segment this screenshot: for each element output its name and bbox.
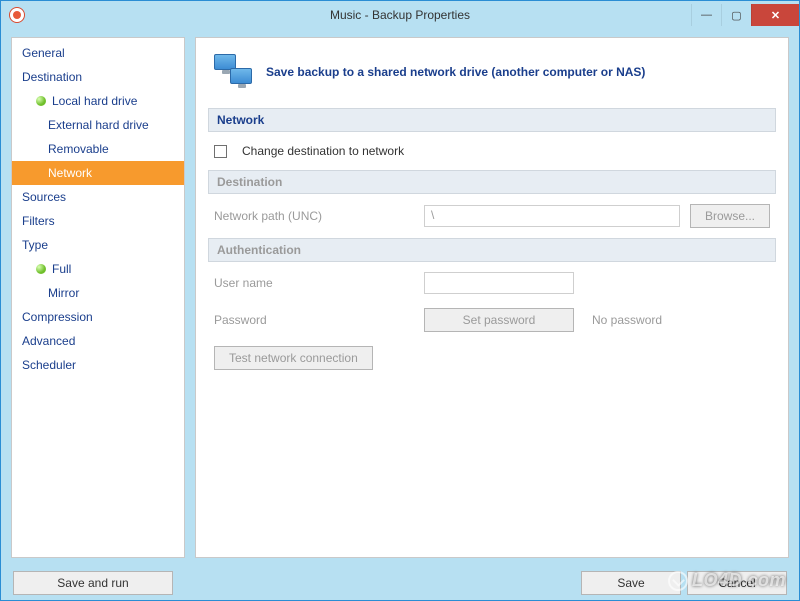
sidebar-item-scheduler[interactable]: Scheduler <box>12 353 184 377</box>
sidebar-item-removable[interactable]: Removable <box>12 137 184 161</box>
sidebar-item-label: Filters <box>22 214 55 228</box>
network-computers-icon <box>212 52 254 92</box>
sidebar-item-label: Compression <box>22 310 93 324</box>
network-path-label: Network path (UNC) <box>214 209 414 223</box>
sidebar-item-compression[interactable]: Compression <box>12 305 184 329</box>
sidebar-item-label: External hard drive <box>48 118 149 132</box>
sidebar-item-label: Advanced <box>22 334 75 348</box>
browse-button[interactable]: Browse... <box>690 204 770 228</box>
sidebar-item-network[interactable]: Network <box>12 161 184 185</box>
panel-header-text: Save backup to a shared network drive (a… <box>266 65 645 79</box>
watermark: LO4D.com <box>668 570 786 591</box>
bullet-icon <box>36 96 46 106</box>
watermark-text: LO4D.com <box>692 570 786 591</box>
username-input[interactable] <box>424 272 574 294</box>
save-button[interactable]: Save <box>581 571 681 595</box>
backup-properties-window: Music - Backup Properties — ▢ ✕ General … <box>0 0 800 601</box>
minimize-button[interactable]: — <box>691 4 721 26</box>
titlebar: Music - Backup Properties — ▢ ✕ <box>1 1 799 29</box>
sidebar-item-external-hard-drive[interactable]: External hard drive <box>12 113 184 137</box>
sidebar-item-label: Removable <box>48 142 109 156</box>
maximize-button[interactable]: ▢ <box>721 4 751 26</box>
watermark-icon <box>668 571 688 591</box>
sidebar-item-label: Sources <box>22 190 66 204</box>
sidebar-item-filters[interactable]: Filters <box>12 209 184 233</box>
bullet-icon <box>36 264 46 274</box>
sidebar-item-type[interactable]: Type <box>12 233 184 257</box>
panel-header: Save backup to a shared network drive (a… <box>208 46 776 102</box>
username-label: User name <box>214 276 414 290</box>
sidebar-item-destination[interactable]: Destination <box>12 65 184 89</box>
username-row: User name <box>208 268 776 298</box>
sidebar-item-label: Full <box>52 262 71 276</box>
sidebar-item-label: Local hard drive <box>52 94 137 108</box>
sidebar-item-label: Mirror <box>48 286 79 300</box>
save-and-run-button[interactable]: Save and run <box>13 571 173 595</box>
password-row: Password Set password No password <box>208 304 776 336</box>
test-connection-row: Test network connection <box>208 342 776 374</box>
close-button[interactable]: ✕ <box>751 4 799 26</box>
window-title: Music - Backup Properties <box>1 8 799 22</box>
change-destination-checkbox[interactable] <box>214 145 227 158</box>
section-auth-header: Authentication <box>208 238 776 262</box>
sidebar-item-mirror[interactable]: Mirror <box>12 281 184 305</box>
app-icon <box>9 7 25 23</box>
network-path-input[interactable]: \ <box>424 205 680 227</box>
change-destination-label: Change destination to network <box>242 144 404 158</box>
window-controls: — ▢ ✕ <box>691 4 799 26</box>
sidebar-item-sources[interactable]: Sources <box>12 185 184 209</box>
sidebar-item-general[interactable]: General <box>12 41 184 65</box>
sidebar-item-full[interactable]: Full <box>12 257 184 281</box>
sidebar-item-label: Type <box>22 238 48 252</box>
sidebar-item-advanced[interactable]: Advanced <box>12 329 184 353</box>
network-path-row: Network path (UNC) \ Browse... <box>208 200 776 232</box>
main-panel: Save backup to a shared network drive (a… <box>195 37 789 558</box>
test-connection-button[interactable]: Test network connection <box>214 346 373 370</box>
set-password-button[interactable]: Set password <box>424 308 574 332</box>
password-label: Password <box>214 313 414 327</box>
no-password-text: No password <box>592 313 662 327</box>
sidebar-item-label: Destination <box>22 70 82 84</box>
sidebar-item-label: General <box>22 46 65 60</box>
sidebar-item-label: Network <box>48 166 92 180</box>
sidebar-item-local-hard-drive[interactable]: Local hard drive <box>12 89 184 113</box>
section-network-header: Network <box>208 108 776 132</box>
sidebar: General Destination Local hard drive Ext… <box>11 37 185 558</box>
change-destination-row: Change destination to network <box>208 138 776 164</box>
content-area: General Destination Local hard drive Ext… <box>1 29 799 566</box>
sidebar-item-label: Scheduler <box>22 358 76 372</box>
section-destination-header: Destination <box>208 170 776 194</box>
